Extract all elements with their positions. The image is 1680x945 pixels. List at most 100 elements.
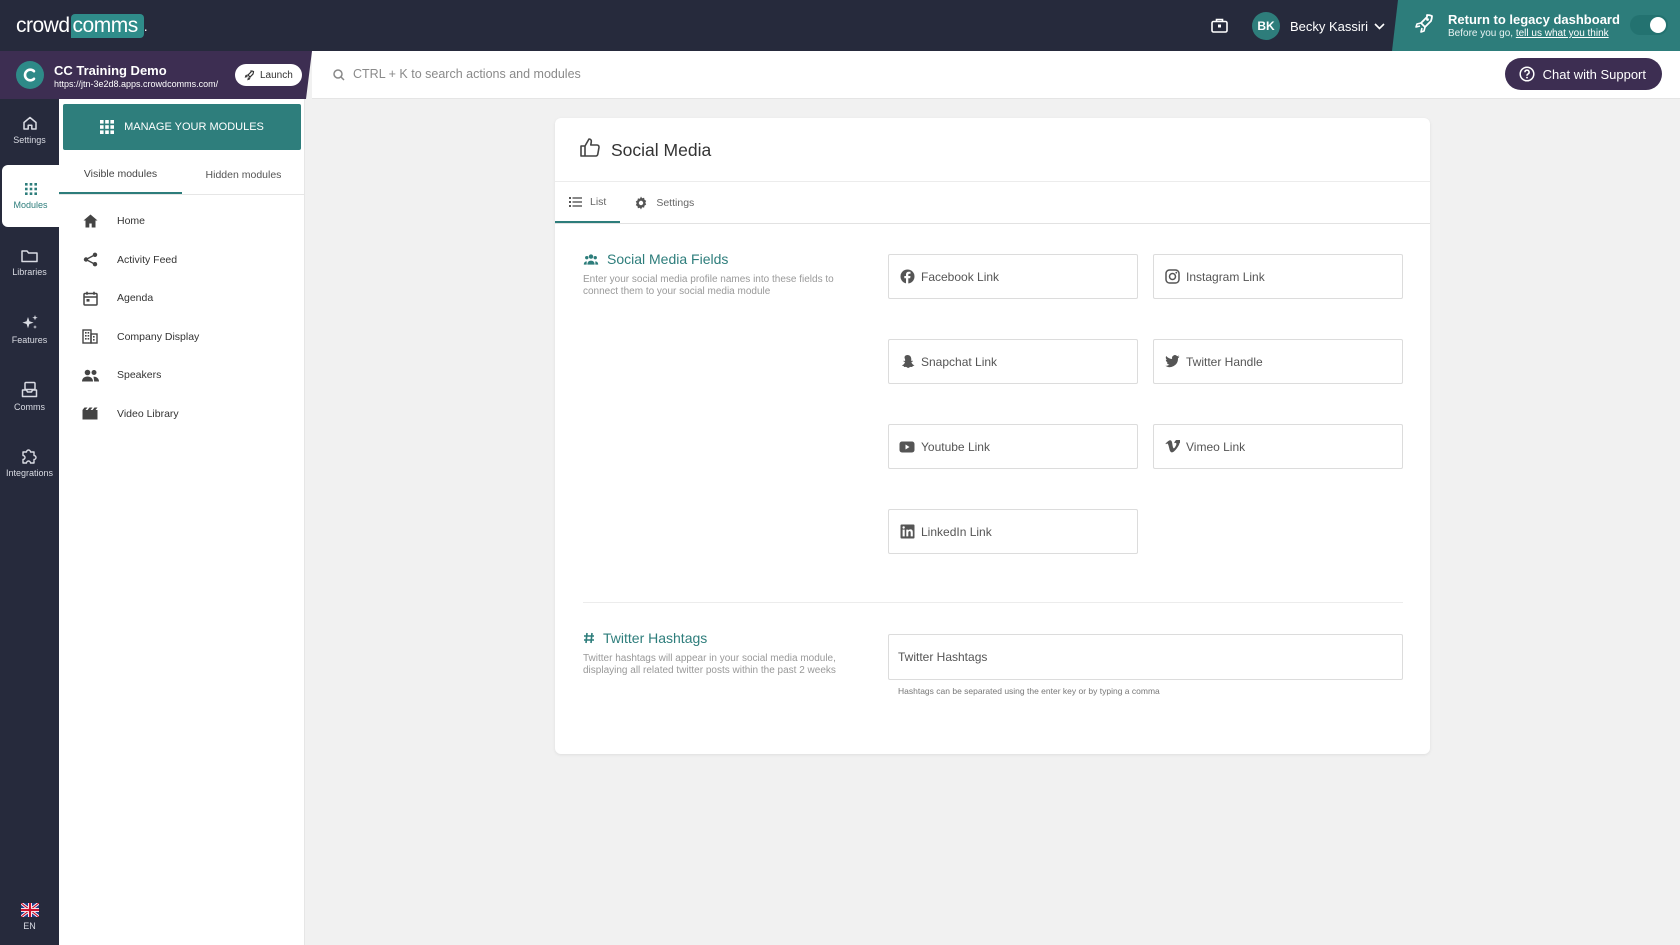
home-icon — [22, 116, 37, 130]
social-media-card: Social Media List Settings Social Media … — [555, 118, 1430, 754]
tab-hidden-modules[interactable]: Hidden modules — [182, 156, 305, 194]
snapchat-link-field[interactable]: Snapchat Link — [888, 339, 1138, 384]
field-placeholder: Snapchat Link — [921, 354, 998, 369]
event-url[interactable]: https://jtn-3e2d8.apps.crowdcomms.com/ — [54, 79, 218, 89]
legacy-toggle[interactable] — [1630, 15, 1668, 35]
legacy-title[interactable]: Return to legacy dashboard — [1448, 12, 1620, 27]
vimeo-link-field[interactable]: Vimeo Link — [1153, 424, 1403, 469]
language-label: EN — [23, 921, 36, 931]
facebook-icon — [899, 269, 915, 285]
rail-item-features[interactable]: Features — [0, 298, 59, 360]
tab-settings[interactable]: Settings — [620, 182, 708, 223]
legacy-subtitle: Before you go, tell us what you think — [1448, 28, 1609, 39]
tab-visible-modules[interactable]: Visible modules — [59, 156, 182, 194]
manage-modules-button[interactable]: MANAGE YOUR MODULES — [63, 104, 301, 150]
people-icon — [81, 366, 99, 384]
module-item-home[interactable]: Home — [59, 202, 305, 241]
field-placeholder: LinkedIn Link — [921, 524, 992, 539]
module-item-speakers[interactable]: Speakers — [59, 356, 305, 395]
card-header: Social Media — [555, 118, 1430, 182]
rail-label: Settings — [13, 135, 46, 145]
rail-item-comms[interactable]: Comms — [0, 365, 59, 427]
instagram-icon — [1164, 269, 1180, 285]
linkedin-link-field[interactable]: LinkedIn Link — [888, 509, 1138, 554]
modules-panel: MANAGE YOUR MODULES Visible modules Hidd… — [59, 99, 305, 945]
crowdcomms-logo[interactable]: crowd comms. — [16, 12, 148, 40]
rocket-icon — [1415, 14, 1433, 33]
rocket-icon — [244, 70, 255, 81]
module-label: Speakers — [117, 369, 162, 382]
section-title: Twitter Hashtags — [603, 630, 708, 646]
legacy-sub-text: Before you go, — [1448, 28, 1514, 39]
rail-item-libraries[interactable]: Libraries — [0, 232, 59, 294]
social-fields-heading: Social Media Fields — [583, 251, 728, 267]
module-label: Home — [117, 215, 146, 228]
social-fields-description: Enter your social media profile names in… — [583, 274, 834, 297]
module-label: Activity Feed — [117, 253, 178, 266]
module-label: Agenda — [117, 292, 154, 305]
grid-icon — [100, 120, 115, 134]
tab-label: List — [590, 195, 607, 208]
uk-flag-icon — [20, 903, 39, 917]
facebook-link-field[interactable]: Facebook Link — [888, 254, 1138, 299]
search-icon — [333, 69, 345, 81]
search-input[interactable]: CTRL + K to search actions and modules — [353, 67, 581, 81]
rail-label: Comms — [14, 401, 45, 412]
search-bar: CTRL + K to search actions and modules C… — [312, 51, 1680, 99]
twitter-handle-field[interactable]: Twitter Handle — [1153, 339, 1403, 384]
module-item-activity-feed[interactable]: Activity Feed — [59, 241, 305, 280]
chevron-down-icon — [1374, 22, 1385, 30]
folder-icon — [21, 250, 38, 263]
event-name: CC Training Demo — [54, 63, 167, 78]
rail-item-settings[interactable]: Settings — [0, 99, 59, 161]
logo-accent: comms — [70, 14, 144, 38]
puzzle-icon — [22, 448, 37, 464]
module-item-video-library[interactable]: Video Library — [59, 395, 305, 434]
module-tabs: Visible modules Hidden modules — [59, 156, 305, 195]
twitter-hashtags-input[interactable]: Twitter Hashtags — [888, 634, 1403, 680]
help-icon — [1519, 66, 1535, 82]
top-bar: crowd comms. BK Becky Kassiri Return to l… — [0, 0, 1680, 51]
launch-button[interactable]: Launch — [235, 64, 302, 86]
home-icon — [81, 212, 99, 230]
module-item-agenda[interactable]: Agenda — [59, 279, 305, 318]
people-icon — [583, 253, 599, 265]
event-bar: CC Training Demo https://jtn-3e2d8.apps.… — [0, 51, 312, 99]
module-list: Home Activity Feed Agenda Company Displa… — [59, 202, 305, 433]
hashtags-heading: Twitter Hashtags — [583, 630, 707, 646]
building-icon — [81, 328, 99, 346]
user-name: Becky Kassiri — [1290, 18, 1369, 34]
grid-icon — [24, 183, 37, 195]
chat-support-button[interactable]: Chat with Support — [1504, 58, 1662, 90]
sparkle-icon — [21, 314, 38, 329]
linkedin-icon — [899, 524, 915, 540]
tab-list[interactable]: List — [555, 182, 621, 223]
thumbs-up-icon — [580, 138, 600, 157]
section-title: Social Media Fields — [607, 251, 729, 267]
language-selector[interactable]: EN — [0, 903, 59, 931]
module-item-company-display[interactable]: Company Display — [59, 318, 305, 357]
avatar: BK — [1252, 12, 1280, 40]
briefcase-icon[interactable] — [1206, 13, 1232, 39]
rail-label: Features — [11, 334, 48, 345]
field-placeholder: Youtube Link — [921, 439, 990, 454]
vimeo-icon — [1164, 439, 1180, 455]
feedback-link[interactable]: tell us what you think — [1516, 28, 1609, 39]
rail-item-integrations[interactable]: Integrations — [0, 431, 59, 493]
field-placeholder: Instagram Link — [1186, 269, 1265, 284]
rail-item-modules[interactable]: Modules — [2, 165, 59, 227]
hashtags-hint: Hashtags can be separated using the ente… — [898, 686, 1160, 696]
instagram-link-field[interactable]: Instagram Link — [1153, 254, 1403, 299]
field-placeholder: Twitter Handle — [1186, 354, 1263, 369]
hashtags-description: Twitter hashtags will appear in your soc… — [583, 653, 836, 676]
left-rail: Settings Modules Libraries Features Comm… — [0, 99, 59, 945]
share-icon — [81, 251, 99, 269]
youtube-link-field[interactable]: Youtube Link — [888, 424, 1138, 469]
user-menu[interactable]: BK Becky Kassiri — [1252, 11, 1385, 41]
twitter-icon — [1164, 354, 1180, 370]
card-tabs: List Settings — [555, 182, 1430, 224]
snapchat-icon — [899, 354, 915, 370]
gear-icon — [636, 196, 647, 209]
page-title: Social Media — [611, 140, 712, 160]
legacy-dashboard-banner: Return to legacy dashboard Before you go… — [1392, 0, 1680, 51]
